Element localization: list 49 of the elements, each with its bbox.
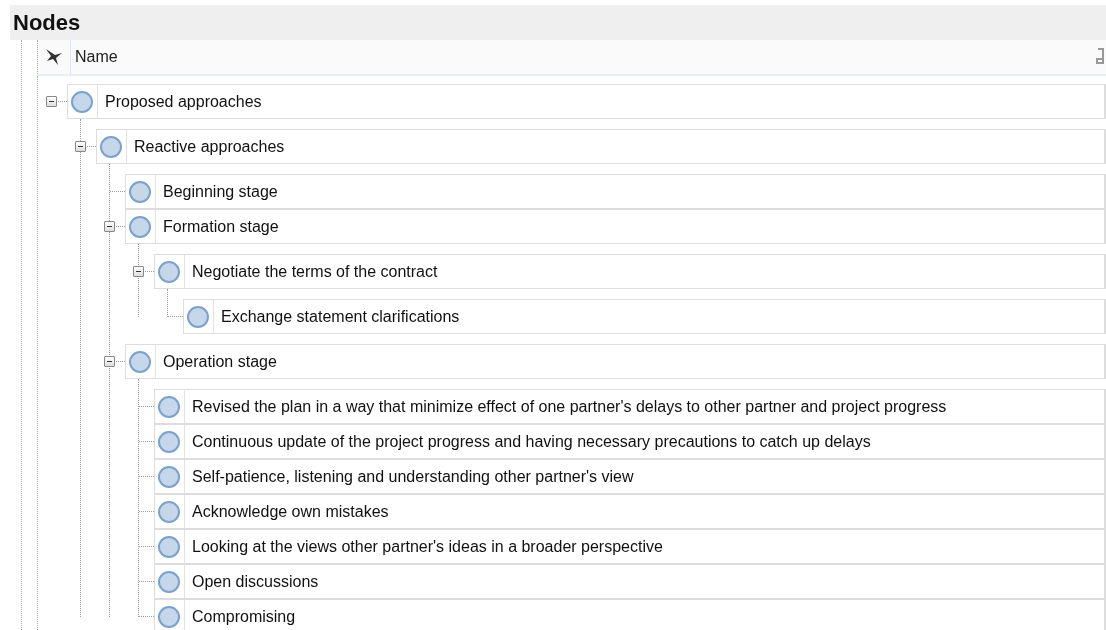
- tree-row[interactable]: Acknowledge own mistakes: [154, 494, 1106, 529]
- node-circle-icon: [158, 430, 180, 453]
- node-name: Formation stage: [155, 210, 279, 243]
- collapse-toggle[interactable]: [75, 141, 86, 152]
- node-name: Continuous update of the project progress and having necessary precautions to catch up delays: [184, 425, 871, 458]
- node-name: Beginning stage: [155, 175, 278, 208]
- tree-row[interactable]: Operation stage: [125, 344, 1106, 379]
- tree-row[interactable]: Negotiate the terms of the contract: [154, 254, 1106, 289]
- node-name: Proposed approaches: [97, 85, 262, 118]
- node-circle-icon: [129, 350, 151, 373]
- node-name: Self-patience, listening and understanding other partner's view: [184, 460, 634, 493]
- node-name: Revised the plan in a way that minimize effect of one partner's delays to other partner and project progress: [184, 390, 947, 423]
- tree-row[interactable]: Looking at the views other partner's ideas in a broader perspective: [154, 529, 1106, 564]
- node-name: Operation stage: [155, 345, 277, 378]
- tree-row[interactable]: Exchange statement clarifications: [183, 299, 1106, 334]
- tree-row[interactable]: Self-patience, listening and understanding other partner's view: [154, 459, 1106, 494]
- node-circle-icon: [158, 465, 180, 488]
- collapse-toggle[interactable]: [104, 221, 115, 232]
- node-circle-icon: [158, 500, 180, 523]
- node-circle-icon: [158, 570, 180, 593]
- tree-row[interactable]: Proposed approaches: [67, 84, 1106, 119]
- tree-row[interactable]: Beginning stage: [125, 174, 1106, 209]
- node-name: Acknowledge own mistakes: [184, 495, 389, 528]
- node-circle-icon: [100, 135, 122, 158]
- node-circle-icon: [158, 260, 180, 283]
- panel-title: Nodes: [12, 9, 81, 36]
- collapse-toggle[interactable]: [133, 266, 144, 277]
- node-name: Exchange statement clarifications: [213, 300, 460, 333]
- node-name: Compromising: [184, 600, 296, 630]
- node-name: Reactive approaches: [126, 130, 285, 163]
- tree-row[interactable]: Reactive approaches: [96, 129, 1106, 164]
- tree-row[interactable]: Revised the plan in a way that minimize effect of one partner's delays to other partner and project progress: [154, 389, 1106, 424]
- tree-row[interactable]: Formation stage: [125, 209, 1106, 244]
- node-name: Negotiate the terms of the contract: [184, 255, 438, 288]
- node-circle-icon: [158, 535, 180, 558]
- node-name: Open discussions: [184, 565, 319, 598]
- node-circle-icon: [158, 395, 180, 418]
- node-circle-icon: [187, 305, 209, 328]
- collapse-toggle[interactable]: [104, 356, 115, 367]
- node-circle-icon: [129, 180, 151, 203]
- node-name: Looking at the views other partner's ideas in a broader perspective: [184, 530, 663, 563]
- node-circle-icon: [158, 605, 180, 628]
- tree-row[interactable]: Continuous update of the project progress and having necessary precautions to catch up delays: [154, 424, 1106, 459]
- tree-row[interactable]: Open discussions: [154, 564, 1106, 599]
- collapse-toggle[interactable]: [46, 96, 57, 107]
- pin-icon[interactable]: [44, 47, 64, 67]
- node-circle-icon: [71, 90, 93, 113]
- tree-row[interactable]: Compromising: [154, 599, 1106, 630]
- node-circle-icon: [129, 215, 151, 238]
